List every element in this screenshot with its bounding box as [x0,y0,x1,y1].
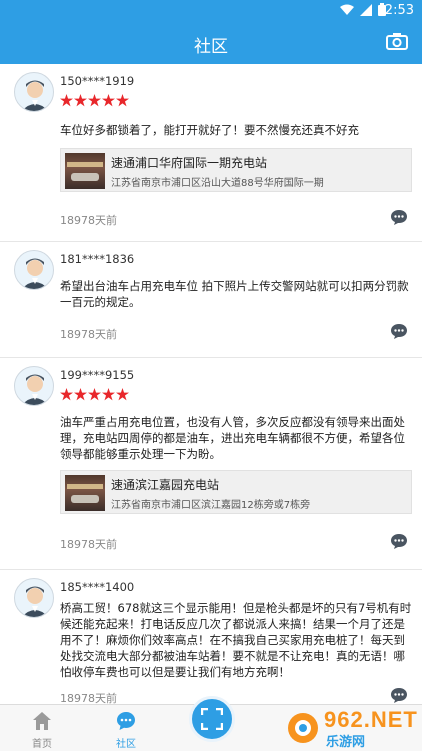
community-feed[interactable]: 150****1919 车位好多都锁着了，能打开就好了！要不然慢充还真不好充 速… [0,64,422,704]
post-time: 18978天前 [60,214,117,227]
post-time: 18978天前 [60,328,117,341]
rating-stars [60,388,129,401]
star-icon [60,94,73,107]
post-username[interactable]: 199****9155 [60,368,134,382]
star-icon [116,94,129,107]
wifi-icon [340,4,354,15]
app-bar: 社区 [0,22,422,64]
watermark-logo-icon [288,713,318,743]
status-time: 2:53 [384,3,414,18]
post-username[interactable]: 181****1836 [60,252,134,266]
scan-button[interactable] [189,696,235,742]
post-card[interactable]: 150****1919 车位好多都锁着了，能打开就好了！要不然慢充还真不好充 速… [0,64,422,242]
post-content: 桥高工贸！678就这三个显示能用！但是枪头都是坏的只有7号机有时候还能充起来！打… [60,601,412,679]
post-time: 18978天前 [60,692,117,704]
avatar[interactable] [14,250,54,290]
avatar[interactable] [14,578,54,618]
star-icon [88,94,101,107]
watermark-sub: 乐游网 [326,735,366,750]
comment-icon[interactable] [390,209,408,226]
station-card[interactable]: 速通滨江嘉园充电站 江苏省南京市浦口区滨江嘉园12栋旁或7栋旁 [60,470,412,514]
post-username[interactable]: 150****1919 [60,74,134,88]
station-card[interactable]: 速通浦口华府国际一期充电站 江苏省南京市浦口区沿山大道88号华府国际一期 [60,148,412,192]
comment-icon[interactable] [390,323,408,340]
watermark: 962.NET 乐游网 [286,707,418,750]
scan-icon [201,708,223,730]
nav-community[interactable]: 社区 [96,705,156,751]
post-time: 18978天前 [60,538,117,551]
star-icon [60,388,73,401]
post-content: 油车严重占用充电位置，也没有人管，多次反应都没有领导来出面处理，充电站四周停的都… [60,415,405,461]
star-icon [74,388,87,401]
post-content: 车位好多都锁着了，能打开就好了！要不然慢充还真不好充 [60,123,359,137]
star-icon [102,94,115,107]
post-card[interactable]: 199****9155 油车严重占用充电位置，也没有人管，多次反应都没有领导来出… [0,358,422,570]
star-icon [102,388,115,401]
station-name: 速通滨江嘉园充电站 [111,478,220,492]
post-content: 希望出台油车占用充电车位 拍下照片上传交警网站就可以扣两分罚款一百元的规定。 [60,279,409,309]
comment-icon[interactable] [390,533,408,550]
chat-icon [117,712,135,730]
rating-stars [60,94,129,107]
station-address: 江苏省南京市浦口区滨江嘉园12栋旁或7栋旁 [111,500,311,511]
watermark-brand: 962.NET [324,707,418,732]
status-bar: 2:53 [0,0,422,22]
post-card[interactable]: 185****1400 桥高工贸！678就这三个显示能用！但是枪头都是坏的只有7… [0,570,422,704]
station-address: 江苏省南京市浦口区沿山大道88号华府国际一期 [111,178,324,189]
star-icon [88,388,101,401]
nav-community-label: 社区 [116,739,136,750]
avatar[interactable] [14,366,54,406]
camera-icon[interactable] [386,32,408,50]
station-thumbnail [65,475,105,511]
signal-icon [360,3,372,16]
comment-icon[interactable] [390,687,408,704]
post-username[interactable]: 185****1400 [60,580,134,594]
star-icon [74,94,87,107]
nav-home-label: 首页 [32,739,52,750]
avatar[interactable] [14,72,54,112]
post-card[interactable]: 181****1836 希望出台油车占用充电车位 拍下照片上传交警网站就可以扣两… [0,242,422,358]
star-icon [116,388,129,401]
station-name: 速通浦口华府国际一期充电站 [111,156,268,170]
home-icon [33,712,51,730]
page-title: 社区 [194,37,228,57]
nav-home[interactable]: 首页 [12,705,72,751]
station-thumbnail [65,153,105,189]
status-icons [340,3,386,16]
